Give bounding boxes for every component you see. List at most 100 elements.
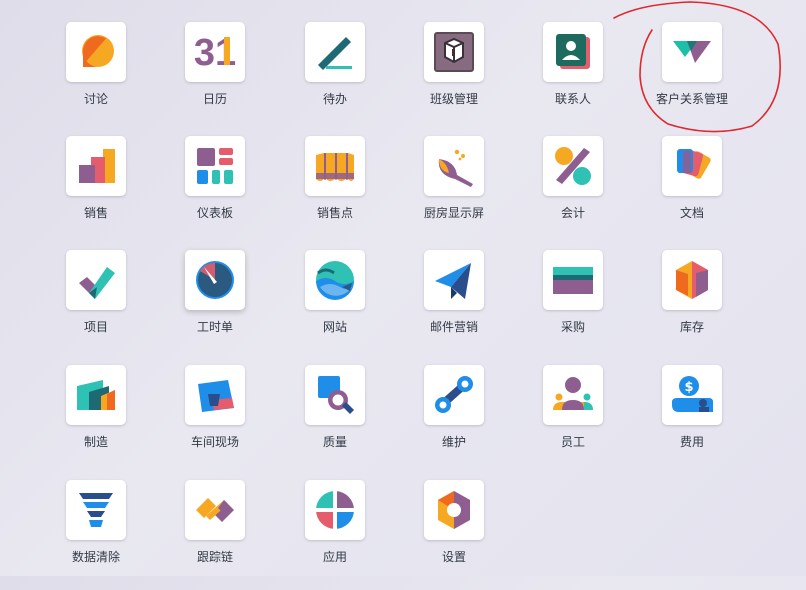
app-label: 客户关系管理 <box>655 92 728 106</box>
project-icon <box>79 267 115 299</box>
app-label: 班级管理 <box>429 92 478 106</box>
inventory-icon <box>676 261 708 299</box>
app-quality[interactable]: 质量 <box>275 365 395 475</box>
app-label: 待办 <box>322 92 347 106</box>
kitchen-display-icon <box>438 149 473 187</box>
app-tile <box>185 365 245 425</box>
app-maintenance[interactable]: 维护 <box>394 365 514 475</box>
app-project[interactable]: 项目 <box>36 250 156 360</box>
app-tile <box>305 136 365 196</box>
app-website[interactable]: 网站 <box>275 250 395 360</box>
app-point-of-sale[interactable]: 销售点 <box>275 136 395 246</box>
app-label: 质量 <box>322 435 347 449</box>
app-settings[interactable]: 设置 <box>394 480 514 590</box>
app-tile <box>424 250 484 310</box>
app-tile <box>185 250 245 310</box>
accounting-icon <box>555 147 591 185</box>
app-tile <box>66 250 126 310</box>
app-label: 销售点 <box>316 206 353 220</box>
app-tile <box>305 365 365 425</box>
app-calendar[interactable]: 31 日历 <box>155 22 275 132</box>
app-manufacturing[interactable]: 制造 <box>36 365 156 475</box>
app-label: 制造 <box>83 435 108 449</box>
app-tile <box>185 480 245 540</box>
app-inventory[interactable]: 库存 <box>632 250 752 360</box>
app-tile <box>662 250 722 310</box>
svg-text:$: $ <box>684 380 693 395</box>
point-of-sale-icon <box>316 153 354 181</box>
shop-floor-icon <box>198 380 234 412</box>
app-employees[interactable]: 员工 <box>513 365 633 475</box>
app-data-cleaning[interactable]: 数据清除 <box>36 480 156 590</box>
app-tile <box>305 22 365 82</box>
app-tile <box>66 136 126 196</box>
app-label: 跟踪链 <box>196 550 233 564</box>
app-discuss[interactable]: 讨论 <box>36 22 156 132</box>
crm-icon <box>673 41 711 63</box>
app-tile <box>305 480 365 540</box>
app-label: 讨论 <box>83 92 108 106</box>
app-shop-floor[interactable]: 车间现场 <box>155 365 275 475</box>
app-tile <box>424 136 484 196</box>
class-management-icon <box>434 32 474 72</box>
app-label: 员工 <box>560 435 585 449</box>
app-tile <box>543 250 603 310</box>
app-label: 日历 <box>202 92 227 106</box>
app-label: 应用 <box>322 550 347 564</box>
app-label: 库存 <box>679 320 704 334</box>
dashboard-icon <box>197 148 233 184</box>
app-link-tracker[interactable]: 跟踪链 <box>155 480 275 590</box>
settings-icon <box>438 491 470 529</box>
maintenance-icon <box>435 376 473 413</box>
manufacturing-icon <box>77 380 115 410</box>
app-tile: $ <box>662 365 722 425</box>
expenses-icon: $ <box>672 376 713 412</box>
app-label: 邮件营销 <box>429 320 478 334</box>
contacts-icon <box>556 34 590 69</box>
app-tile <box>66 365 126 425</box>
app-tile <box>305 250 365 310</box>
app-sales[interactable]: 销售 <box>36 136 156 246</box>
app-purchase[interactable]: 采购 <box>513 250 633 360</box>
app-label: 文档 <box>679 206 704 220</box>
app-tile: 31 <box>185 22 245 82</box>
app-tile <box>66 22 126 82</box>
email-marketing-icon <box>435 263 471 299</box>
app-expenses[interactable]: $ 费用 <box>632 365 752 475</box>
app-label: 网站 <box>322 320 347 334</box>
app-accounting[interactable]: 会计 <box>513 136 633 246</box>
app-label: 工时单 <box>196 320 233 334</box>
app-tile <box>543 136 603 196</box>
app-label: 联系人 <box>554 92 591 106</box>
app-crm[interactable]: 客户关系管理 <box>632 22 752 132</box>
todo-icon <box>318 37 352 70</box>
app-label: 仪表板 <box>196 206 233 220</box>
app-label: 项目 <box>83 320 108 334</box>
app-tile <box>66 480 126 540</box>
app-email-marketing[interactable]: 邮件营销 <box>394 250 514 360</box>
app-dashboard[interactable]: 仪表板 <box>155 136 275 246</box>
app-tile <box>543 365 603 425</box>
app-tile <box>185 136 245 196</box>
app-todo[interactable]: 待办 <box>275 22 395 132</box>
documents-icon <box>677 149 711 179</box>
apps-icon <box>316 491 354 529</box>
app-tile <box>424 22 484 82</box>
app-label: 厨房显示屏 <box>423 206 484 220</box>
app-label: 车间现场 <box>190 435 239 449</box>
quality-icon <box>318 376 354 414</box>
app-label: 费用 <box>679 435 704 449</box>
app-kitchen-display[interactable]: 厨房显示屏 <box>394 136 514 246</box>
app-label: 维护 <box>441 435 466 449</box>
app-timesheet[interactable]: 工时单 <box>155 250 275 360</box>
purchase-icon <box>553 267 593 294</box>
employees-icon <box>553 377 593 410</box>
app-contacts[interactable]: 联系人 <box>513 22 633 132</box>
timesheet-icon <box>196 261 234 299</box>
app-label: 销售 <box>83 206 108 220</box>
app-class-management[interactable]: 班级管理 <box>394 22 514 132</box>
app-grid: 讨论 31 日历 待办 班级管理 联系人 客户关系管理 销售 仪表板 销售点 厨… <box>0 0 806 576</box>
app-label: 数据清除 <box>71 550 120 564</box>
app-documents[interactable]: 文档 <box>632 136 752 246</box>
app-apps[interactable]: 应用 <box>275 480 395 590</box>
